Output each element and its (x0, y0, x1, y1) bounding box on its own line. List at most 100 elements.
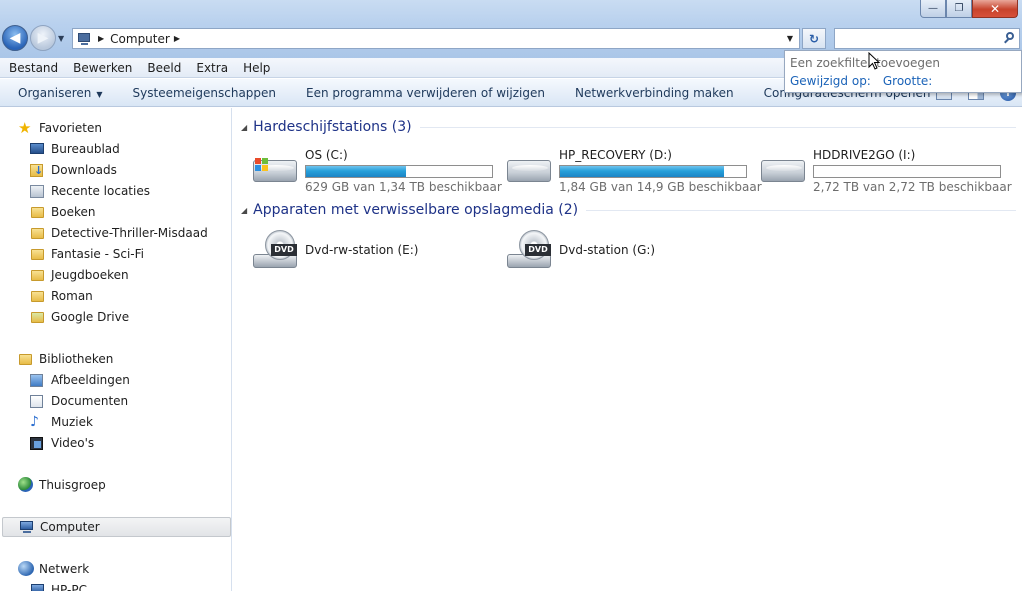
nav-item-google-drive[interactable]: Google Drive (30, 307, 129, 327)
search-filter-dropdown: Een zoekfilter toevoegen Gewijzigd op: G… (784, 50, 1022, 93)
breadcrumb-computer[interactable]: Computer (110, 32, 170, 46)
nav-label: Bibliotheken (39, 352, 114, 366)
menu-help[interactable]: Help (235, 61, 277, 75)
uninstall-program-button[interactable]: Een programma verwijderen of wijzigen (291, 86, 560, 100)
group-divider (586, 209, 1016, 211)
folder-icon (31, 270, 44, 281)
nav-label: Jeugdboeken (51, 268, 129, 282)
nav-item-documenten[interactable]: Documenten (30, 391, 128, 411)
drive-e[interactable]: DVD Dvd-rw-station (E:) (251, 226, 501, 274)
nav-computer[interactable]: Computer (2, 517, 231, 537)
drive-usage-bar (813, 165, 1001, 178)
folder-icon (31, 228, 44, 239)
menu-bestand[interactable]: Bestand (0, 61, 65, 75)
dvd-drive-icon: DVD (251, 230, 299, 270)
nav-favorites[interactable]: ★ Favorieten (18, 118, 102, 138)
nav-homegroup[interactable]: Thuisgroep (18, 475, 106, 495)
collapse-arrow-icon[interactable]: ◢ (241, 123, 247, 132)
nav-item-hp-pc[interactable]: HP-PC (30, 580, 87, 591)
collapse-arrow-icon[interactable]: ◢ (241, 206, 247, 215)
refresh-icon: ↻ (808, 31, 820, 46)
menu-extra[interactable]: Extra (188, 61, 235, 75)
homegroup-icon (18, 477, 33, 492)
drive-name: HP_RECOVERY (D:) (559, 148, 672, 162)
nav-item-videos[interactable]: Video's (30, 433, 94, 453)
drive-g[interactable]: DVD Dvd-station (G:) (505, 226, 755, 274)
menu-beeld[interactable]: Beeld (139, 61, 188, 75)
nav-item-muziek[interactable]: ♪ Muziek (30, 412, 93, 432)
nav-item-boeken[interactable]: Boeken (30, 202, 95, 222)
nav-label: Roman (51, 289, 93, 303)
dvd-drive-icon: DVD (505, 230, 553, 270)
recent-places-icon (30, 185, 44, 198)
folder-icon (31, 291, 44, 302)
group-title: Hardeschijfstations (3) (253, 119, 412, 135)
chevron-down-icon: ▼ (96, 89, 103, 99)
map-network-drive-button[interactable]: Netwerkverbinding maken (560, 86, 749, 100)
breadcrumb-separator[interactable]: ▶ (98, 34, 104, 43)
nav-label: Downloads (51, 163, 117, 177)
drive-free-space: 1,84 GB van 14,9 GB beschikbaar (559, 180, 762, 194)
downloads-icon (30, 164, 43, 177)
hard-drive-icon (251, 148, 299, 188)
hard-drive-icon (505, 148, 553, 188)
recent-pages-dropdown[interactable]: ▼ (58, 34, 64, 43)
computer-icon (19, 521, 35, 534)
system-properties-button[interactable]: Systeemeigenschappen (118, 86, 291, 100)
desktop-icon (30, 143, 44, 154)
search-input[interactable] (834, 28, 1020, 49)
minimize-button[interactable]: — (920, 0, 946, 18)
maximize-button[interactable]: ❐ (946, 0, 972, 18)
nav-item-recent[interactable]: Recente locaties (30, 181, 150, 201)
nav-item-roman[interactable]: Roman (30, 286, 93, 306)
search-icon[interactable] (1003, 32, 1015, 44)
nav-item-detective[interactable]: Detective-Thriller-Misdaad (30, 223, 208, 243)
refresh-button[interactable]: ↻ (802, 28, 826, 49)
drive-free-space: 2,72 TB van 2,72 TB beschikbaar (813, 180, 1012, 194)
nav-label: Google Drive (51, 310, 130, 324)
nav-label: Netwerk (39, 562, 90, 576)
address-dropdown-button[interactable]: ▼ (781, 29, 799, 48)
forward-button[interactable]: ▶ (30, 25, 56, 51)
nav-item-bureaublad[interactable]: Bureaublad (30, 139, 120, 159)
search-filter-hint: Een zoekfilter toevoegen (790, 56, 940, 70)
nav-item-fantasie[interactable]: Fantasie - Sci-Fi (30, 244, 144, 264)
mouse-cursor-icon (868, 52, 880, 70)
nav-label: Favorieten (39, 121, 102, 135)
dvd-badge: DVD (525, 244, 551, 256)
organize-button[interactable]: Organiseren ▼ (0, 86, 118, 100)
breadcrumb-separator-2[interactable]: ▶ (174, 34, 180, 43)
nav-label: Detective-Thriller-Misdaad (51, 226, 208, 240)
documents-icon (30, 395, 43, 408)
drive-usage-bar (305, 165, 493, 178)
drive-d[interactable]: HP_RECOVERY (D:) 1,84 GB van 14,9 GB bes… (505, 144, 762, 194)
filter-size-link[interactable]: Grootte: (883, 74, 933, 88)
nav-libraries[interactable]: Bibliotheken (18, 349, 113, 369)
drive-name: HDDRIVE2GO (I:) (813, 148, 916, 162)
drive-name: Dvd-station (G:) (559, 243, 656, 257)
nav-label: Video's (51, 436, 95, 450)
drive-c[interactable]: OS (C:) 629 GB van 1,34 TB beschikbaar (251, 144, 502, 194)
nav-label: Thuisgroep (39, 478, 106, 492)
menu-bewerken[interactable]: Bewerken (65, 61, 139, 75)
nav-item-downloads[interactable]: Downloads (30, 160, 117, 180)
nav-item-afbeeldingen[interactable]: Afbeeldingen (30, 370, 130, 390)
close-button[interactable]: ✕ (972, 0, 1018, 18)
music-icon: ♪ (30, 414, 39, 430)
nav-label: Muziek (51, 415, 93, 429)
pictures-icon (30, 374, 43, 387)
address-bar[interactable]: ▶ Computer ▶ ▼ (72, 28, 800, 49)
group-header-hdd[interactable]: ◢ Hardeschijfstations (3) (241, 119, 1016, 135)
drive-free-space: 629 GB van 1,34 TB beschikbaar (305, 180, 502, 194)
back-arrow-icon: ◀ (9, 30, 21, 46)
forward-arrow-icon: ▶ (37, 30, 49, 46)
group-header-removable[interactable]: ◢ Apparaten met verwisselbare opslagmedi… (241, 202, 1016, 218)
nav-label: Bureaublad (51, 142, 120, 156)
google-drive-folder-icon (31, 312, 44, 323)
back-button[interactable]: ◀ (2, 25, 28, 51)
filter-modified-link[interactable]: Gewijzigd op: (790, 74, 871, 88)
nav-item-jeugdboeken[interactable]: Jeugdboeken (30, 265, 129, 285)
nav-label: Recente locaties (51, 184, 150, 198)
nav-network[interactable]: Netwerk (18, 559, 89, 579)
drive-i[interactable]: HDDRIVE2GO (I:) 2,72 TB van 2,72 TB besc… (759, 144, 1012, 194)
